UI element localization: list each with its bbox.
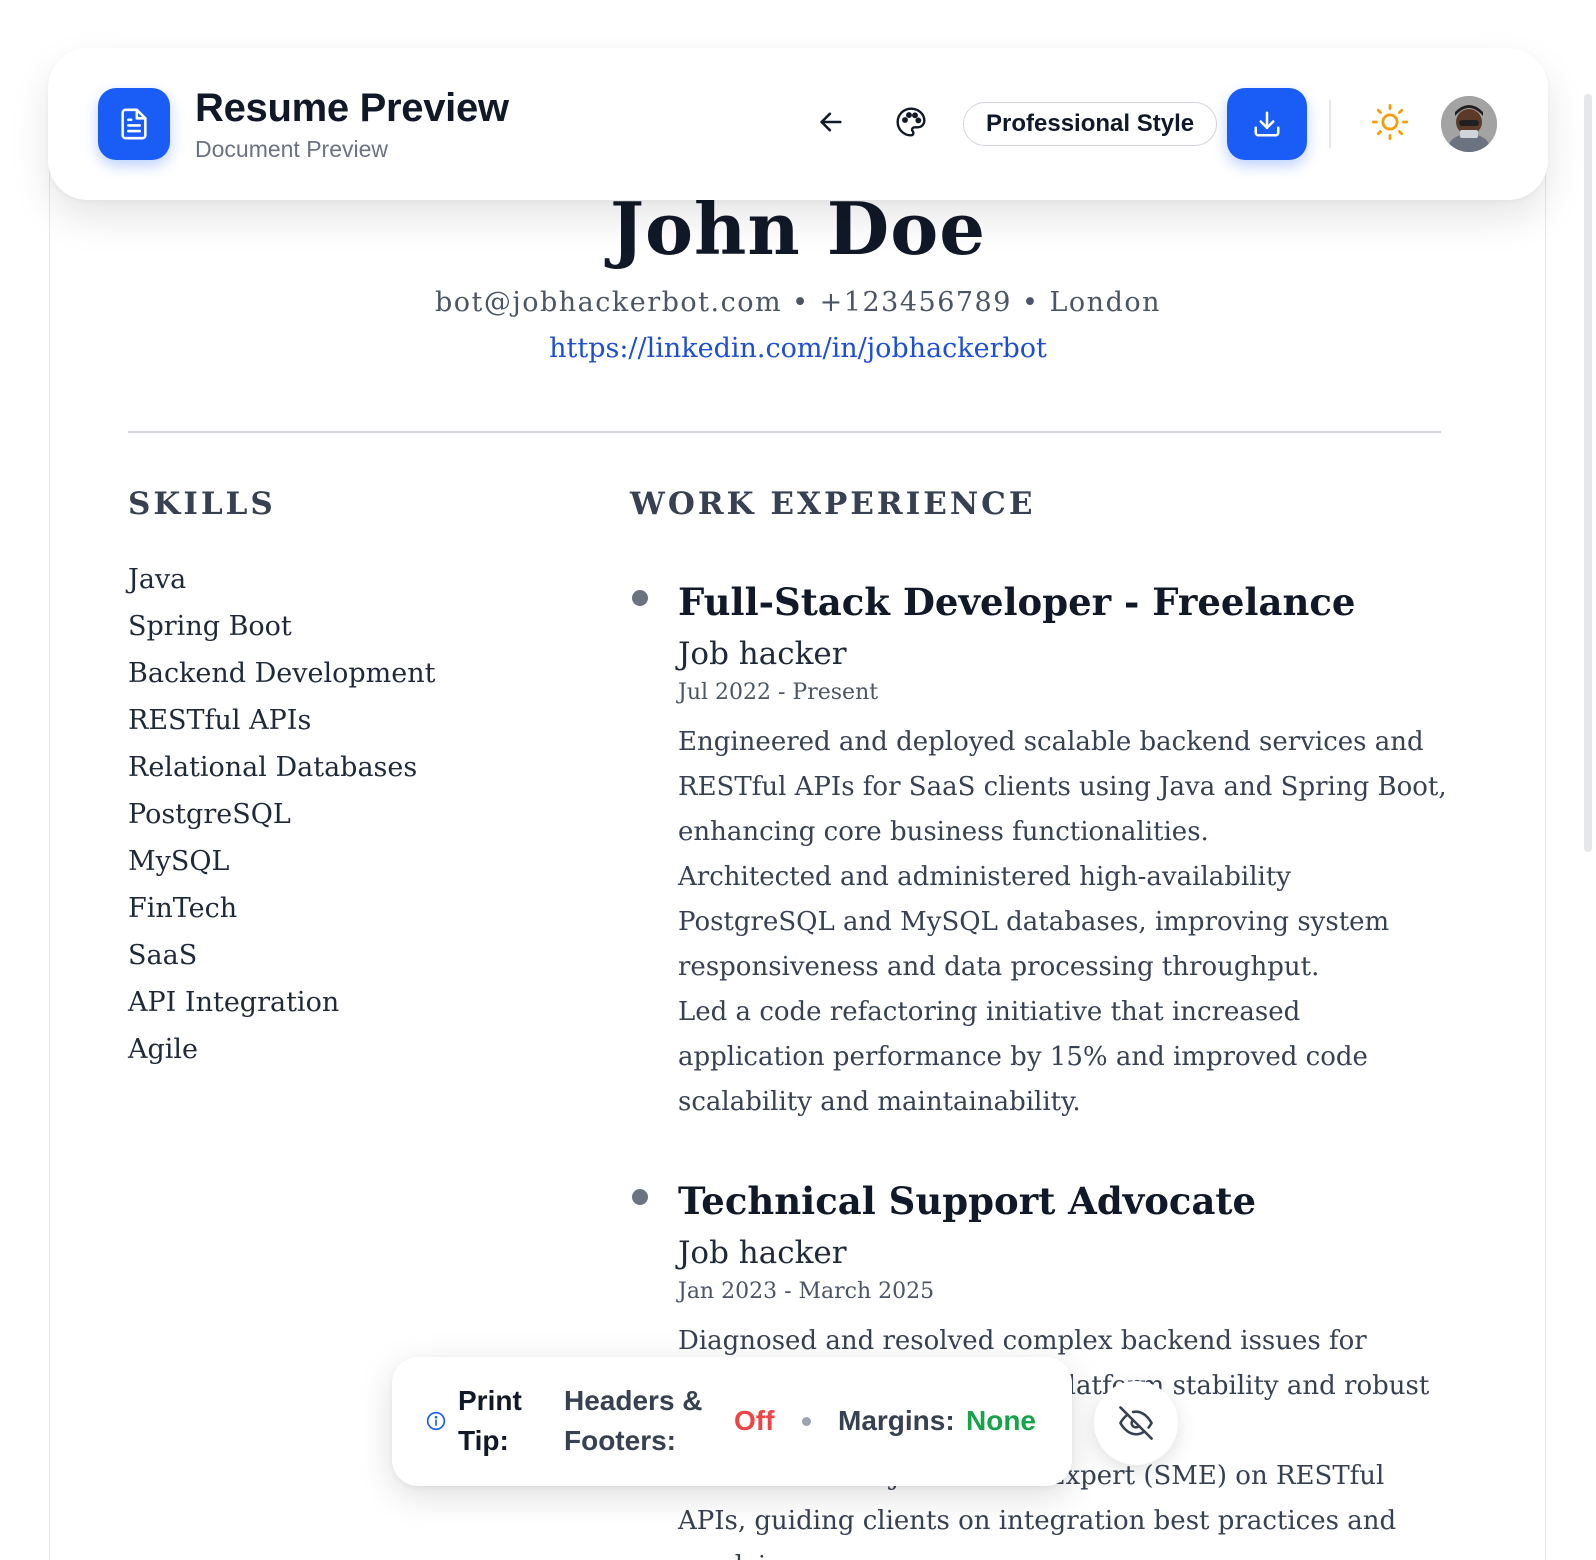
theme-toggle-button[interactable] (1364, 96, 1416, 148)
job-title: Full-Stack Developer - Freelance (678, 580, 1356, 624)
style-selector-button[interactable]: Professional Style (963, 102, 1218, 146)
skill-item: FinTech (128, 893, 238, 924)
avatar[interactable] (1441, 96, 1497, 152)
download-icon (1254, 111, 1280, 137)
headers-footers-value: Off (734, 1405, 775, 1436)
hide-tip-button[interactable] (1094, 1381, 1178, 1465)
resume-contact: bot@jobhackerbot.com • +123456789 • Lond… (434, 287, 1162, 318)
bullet-dot (632, 1189, 648, 1205)
section-divider (128, 431, 1441, 433)
skill-item: API Integration (128, 987, 340, 1018)
job-dates: Jul 2022 - Present (678, 680, 879, 705)
palette-button[interactable] (885, 96, 937, 148)
skill-item: Agile (128, 1034, 199, 1065)
job-bullet: Led a code refactoring initiative that i… (678, 997, 1368, 1117)
margins-value: None (966, 1405, 1036, 1436)
document-icon (98, 88, 170, 160)
skill-item: Java (128, 564, 187, 595)
page-title: Resume Preview (195, 86, 509, 130)
print-tip-toast: Print Tip: Headers & Footers: Off Margin… (392, 1357, 1072, 1486)
app-header: Resume Preview Document Preview Professi… (48, 48, 1548, 200)
arrow-left-icon (820, 112, 842, 132)
job-company: Job hacker (678, 636, 847, 672)
page-subtitle: Document Preview (195, 136, 389, 162)
job-description: Engineered and deployed scalable backend… (678, 720, 1448, 1125)
skill-item: RESTful APIs (128, 705, 312, 736)
skills-list: Java Spring Boot Backend Development RES… (128, 561, 436, 1078)
palette-icon (896, 107, 926, 137)
toolbar-divider (1329, 100, 1331, 148)
job-bullet: Architected and administered high-availa… (678, 862, 1390, 982)
print-tip-label: Print Tip: (458, 1385, 522, 1456)
job-dates: Jan 2023 - March 2025 (678, 1279, 935, 1304)
headers-footers-label: Headers & Footers: (564, 1385, 703, 1456)
sun-icon (1371, 103, 1409, 141)
download-button[interactable] (1227, 88, 1307, 160)
skill-item: Backend Development (128, 658, 436, 689)
skill-item: PostgreSQL (128, 799, 291, 830)
linkedin-link[interactable]: https://linkedin.com/in/jobhackerbot (0, 333, 1596, 364)
info-icon (426, 1411, 446, 1436)
job-bullet: Engineered and deployed scalable backend… (678, 727, 1447, 847)
separator-dot (802, 1417, 811, 1426)
job-company: Job hacker (678, 1235, 847, 1271)
skills-heading: SKILLS (128, 486, 276, 522)
skill-item: SaaS (128, 940, 198, 971)
work-experience-heading: WORK EXPERIENCE (630, 486, 1036, 522)
margins-label: Margins: (838, 1405, 955, 1436)
skill-item: MySQL (128, 846, 230, 877)
skill-item: Relational Databases (128, 752, 418, 783)
bullet-dot (632, 590, 648, 606)
job-title: Technical Support Advocate (678, 1179, 1257, 1223)
back-button[interactable] (805, 96, 857, 148)
skill-item: Spring Boot (128, 611, 292, 642)
eye-off-icon (1119, 1406, 1153, 1440)
